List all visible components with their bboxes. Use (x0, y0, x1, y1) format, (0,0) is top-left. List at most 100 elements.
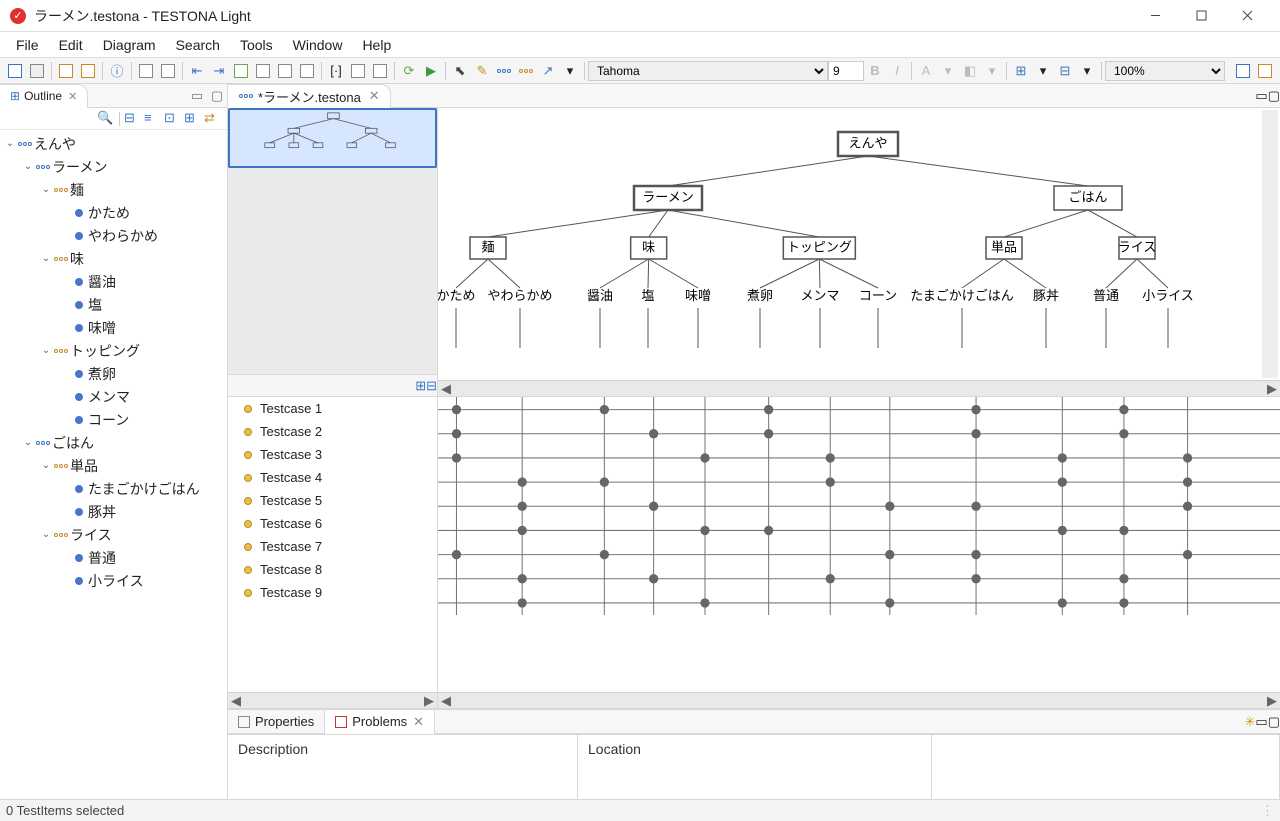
chevron-down-icon[interactable]: ⌄ (40, 345, 52, 356)
remove-page-icon[interactable]: ⊟ (426, 378, 437, 394)
pointer-tool[interactable]: ⬉ (450, 61, 470, 81)
tree-row[interactable]: ⌄トッピング (0, 339, 227, 362)
tree-row[interactable]: かため (0, 201, 227, 224)
chevron-down-icon[interactable]: ⌄ (40, 253, 52, 264)
horizontal-scrollbar[interactable]: ◀▶ (438, 380, 1280, 396)
run-button[interactable]: ▶ (421, 61, 441, 81)
testcase-row[interactable]: Testcase 7 (228, 535, 437, 558)
tree-row[interactable]: 煮卵 (0, 362, 227, 385)
tree-row[interactable]: 醤油 (0, 270, 227, 293)
chevron-down-icon[interactable]: ⌄ (22, 437, 34, 448)
tool-c[interactable] (136, 61, 156, 81)
minimize-button[interactable] (1132, 0, 1178, 32)
bracket-left[interactable]: [·] (326, 61, 346, 81)
gear-icon[interactable]: ✳ (1245, 714, 1256, 730)
tree-row[interactable]: やわらかめ (0, 224, 227, 247)
resize-grip[interactable]: ⋮ (1261, 803, 1274, 819)
tree-row[interactable]: たまごかけごはん (0, 477, 227, 500)
tree-row[interactable]: ⌄ラーメン (0, 155, 227, 178)
tree-view-icon[interactable]: ⊟ (124, 110, 142, 128)
testcase-row[interactable]: Testcase 4 (228, 466, 437, 489)
refresh-button[interactable]: ⟳ (399, 61, 419, 81)
font-select[interactable]: Tahoma (588, 61, 828, 81)
tree-row[interactable]: ⌄単品 (0, 454, 227, 477)
chevron-down-icon[interactable]: ⌄ (40, 460, 52, 471)
tree-row[interactable]: コーン (0, 408, 227, 431)
tool-k[interactable] (348, 61, 368, 81)
print-button[interactable] (27, 61, 47, 81)
menu-search[interactable]: Search (166, 34, 230, 56)
close-icon[interactable]: ✕ (369, 88, 380, 104)
test-matrix[interactable]: ◀▶ (438, 397, 1280, 708)
tool-j[interactable] (297, 61, 317, 81)
testcase-row[interactable]: Testcase 2 (228, 420, 437, 443)
tool-l[interactable] (370, 61, 390, 81)
chevron-down-icon[interactable]: ⌄ (22, 161, 34, 172)
new-button[interactable] (5, 61, 25, 81)
perspective-button-2[interactable] (1255, 61, 1275, 81)
chevron-down-icon[interactable]: ⌄ (4, 138, 16, 149)
testcase-row[interactable]: Testcase 1 (228, 397, 437, 420)
menu-window[interactable]: Window (283, 34, 353, 56)
layout-tool-1[interactable]: ⊞ (1011, 61, 1031, 81)
editor-tab[interactable]: *ラーメン.testona ✕ (228, 84, 391, 108)
tree-row[interactable]: ⌄ごはん (0, 431, 227, 454)
tree-row[interactable]: 味噌 (0, 316, 227, 339)
diagram-thumbnail[interactable] (228, 108, 437, 168)
node-tool[interactable] (494, 61, 514, 81)
chevron-down-icon[interactable]: ⌄ (40, 529, 52, 540)
dd3[interactable]: ▾ (1033, 61, 1053, 81)
tree-row[interactable]: メンマ (0, 385, 227, 408)
dd1[interactable]: ▾ (938, 61, 958, 81)
filter-icon[interactable]: ⊡ (164, 110, 182, 128)
tool-e[interactable]: ⇤ (187, 61, 207, 81)
close-icon[interactable]: ✕ (413, 714, 424, 730)
vertical-scrollbar[interactable] (1262, 110, 1278, 378)
tree-row[interactable]: ⌄ライス (0, 523, 227, 546)
tree-row[interactable]: 普通 (0, 546, 227, 569)
tool-g[interactable] (231, 61, 251, 81)
class-tool[interactable] (516, 61, 536, 81)
bold-button[interactable]: B (865, 61, 885, 81)
menu-file[interactable]: File (6, 34, 49, 56)
minimize-props-icon[interactable]: ▭ (1255, 714, 1267, 730)
add-page-icon[interactable]: ⊞ (415, 378, 426, 394)
tree-row[interactable]: ⌄味 (0, 247, 227, 270)
chevron-down-icon[interactable]: ⌄ (40, 184, 52, 195)
testcase-row[interactable]: Testcase 6 (228, 512, 437, 535)
font-color-button[interactable]: A (916, 61, 936, 81)
italic-button[interactable]: I (887, 61, 907, 81)
dd4[interactable]: ▾ (1077, 61, 1097, 81)
link-icon[interactable]: ⇄ (204, 110, 222, 128)
tree-row[interactable]: 塩 (0, 293, 227, 316)
problems-tab[interactable]: Problems✕ (325, 710, 435, 734)
tree-row[interactable]: ⌄えんや (0, 132, 227, 155)
matrix-h-scrollbar[interactable]: ◀▶ (438, 692, 1280, 708)
testcase-row[interactable]: Testcase 9 (228, 581, 437, 604)
tool-b[interactable] (78, 61, 98, 81)
fill-color-button[interactable]: ◧ (960, 61, 980, 81)
testcase-row[interactable]: Testcase 5 (228, 489, 437, 512)
font-size-input[interactable] (828, 61, 864, 81)
properties-tab[interactable]: Properties (228, 710, 325, 734)
testlist-h-scrollbar[interactable]: ◀▶ (228, 692, 437, 708)
tree-row[interactable]: ⌄麺 (0, 178, 227, 201)
close-button[interactable] (1224, 0, 1270, 32)
menu-edit[interactable]: Edit (49, 34, 93, 56)
brush-tool[interactable]: ✎ (472, 61, 492, 81)
info-button[interactable]: ⓘ (107, 61, 127, 81)
maximize-button[interactable] (1178, 0, 1224, 32)
tool-d[interactable] (158, 61, 178, 81)
perspective-button-1[interactable] (1233, 61, 1253, 81)
outline-tree[interactable]: ⌄えんや⌄ラーメン⌄麺かためやわらかめ⌄味醤油塩味噌⌄トッピング煮卵メンマコーン… (0, 130, 227, 799)
tree-diagram[interactable]: えんやラーメンごはん麺味トッピング単品ライスかためやわらかめ醤油塩味噌煮卵メンマ… (438, 108, 1280, 396)
link-tool[interactable]: ↗ (538, 61, 558, 81)
expand-icon[interactable]: ⊞ (184, 110, 202, 128)
minimize-panel-icon[interactable]: ▭ (189, 88, 205, 104)
sort-icon[interactable]: ≡ (144, 110, 162, 128)
outline-tab[interactable]: ⊞ Outline ✕ (0, 84, 88, 108)
testcase-row[interactable]: Testcase 8 (228, 558, 437, 581)
zoom-select[interactable]: 100% (1105, 61, 1225, 81)
tree-row[interactable]: 小ライス (0, 569, 227, 592)
dd2[interactable]: ▾ (982, 61, 1002, 81)
